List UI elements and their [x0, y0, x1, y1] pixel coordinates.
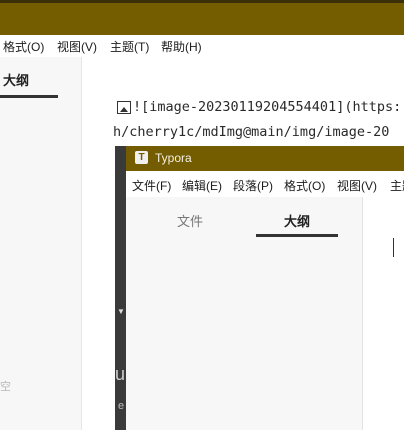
embedded-editor-area [363, 197, 404, 430]
embedded-menu-file: 文件(F) [132, 179, 172, 193]
menu-help[interactable]: 帮助(H) [161, 38, 202, 55]
menu-bar: 格式(O) 视图(V) 主题(T) 帮助(H) [0, 35, 404, 57]
markdown-image-line[interactable]: ![image-20230119204554401](https: [133, 99, 401, 115]
menu-view[interactable]: 视图(V) [57, 38, 97, 55]
tab-outline[interactable]: 大纲 [3, 70, 29, 89]
markdown-image-url-line[interactable]: h/cherry1c/mdImg@main/img/image-20 [113, 124, 389, 140]
embedded-window-title: Typora [155, 151, 192, 165]
image-icon[interactable] [117, 101, 131, 114]
window-titlebar [0, 0, 404, 35]
embedded-strip-text: u [115, 364, 126, 384]
titlebar-top-edge [0, 0, 404, 3]
embedded-menu-theme: 主题 [390, 179, 404, 193]
embedded-menu-bar: 文件(F) 编辑(E) 段落(P) 格式(O) 视图(V) 主题 [126, 171, 404, 197]
embedded-tab-outline: 大纲 [284, 214, 311, 229]
embedded-tab-file: 文件 [177, 214, 204, 229]
embedded-tab-outline-underline [256, 234, 338, 237]
typora-logo-icon: T [135, 151, 148, 164]
chevron-down-icon: ▼ [117, 307, 125, 316]
embedded-sidebar [126, 197, 363, 430]
embedded-background-strip [115, 146, 126, 430]
menu-theme[interactable]: 主题(T) [110, 38, 149, 55]
embedded-menu-format: 格式(O) [284, 179, 326, 193]
embedded-menu-edit: 编辑(E) [182, 179, 222, 193]
text-cursor [393, 238, 394, 257]
embedded-menu-paragraph: 段落(P) [233, 179, 273, 193]
embedded-menu-view: 视图(V) [337, 179, 377, 193]
sidebar-placeholder-text: 空 [0, 381, 11, 393]
tab-outline-underline [0, 95, 58, 98]
menu-format[interactable]: 格式(O) [3, 38, 44, 55]
sidebar [0, 57, 82, 430]
